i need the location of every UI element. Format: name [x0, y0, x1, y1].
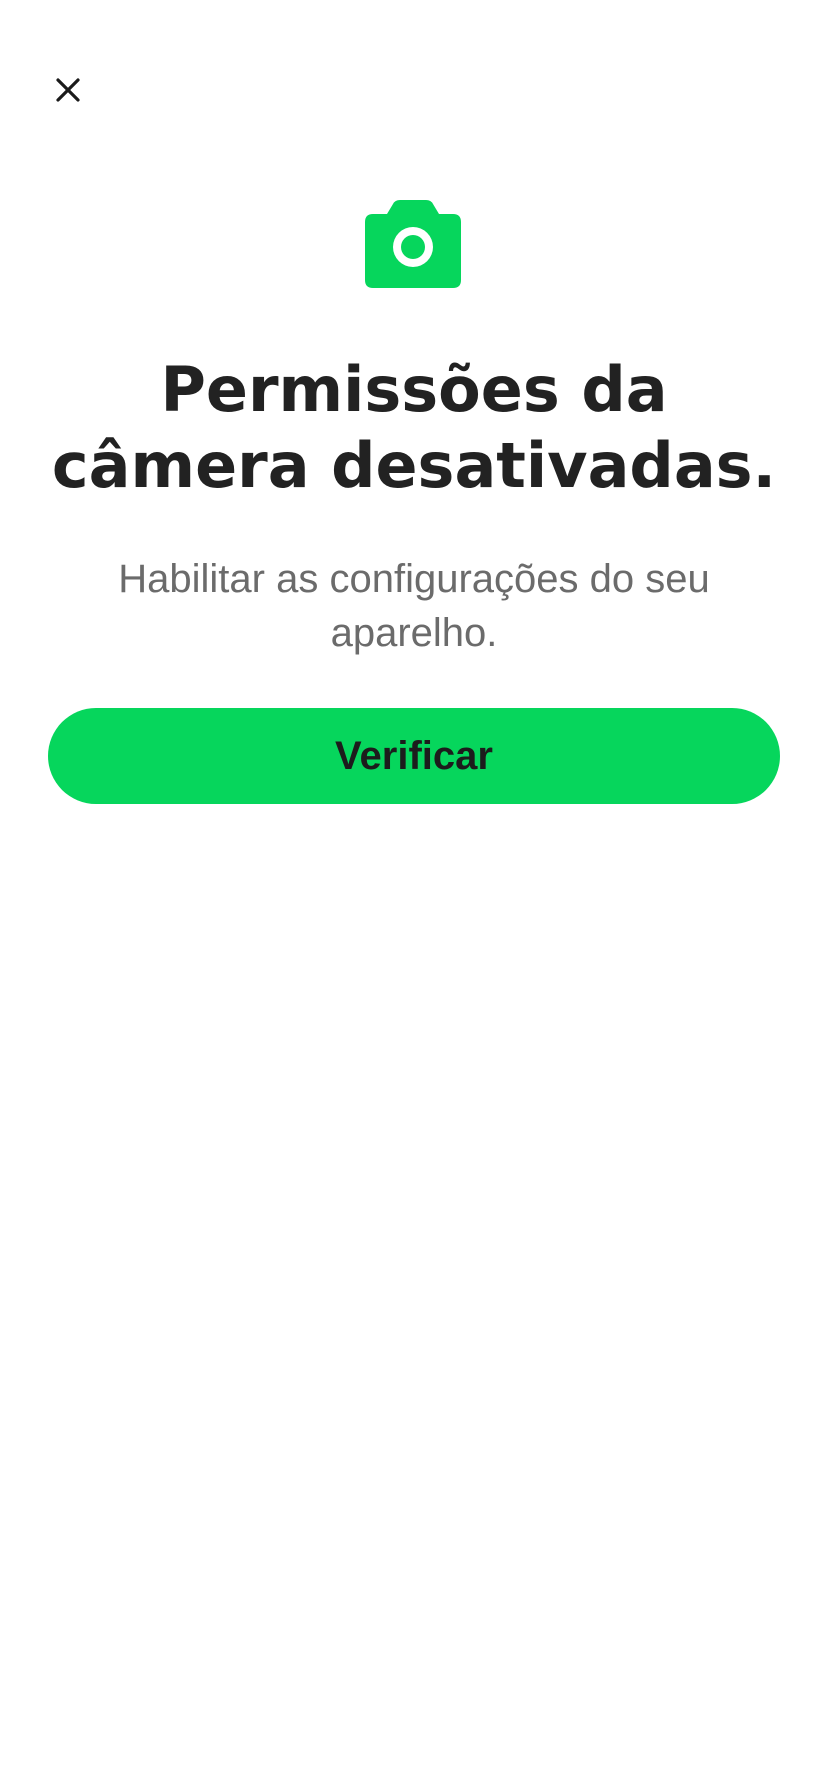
close-icon	[56, 78, 80, 102]
page-subtitle: Habilitar as configurações do seu aparel…	[118, 557, 710, 655]
verify-button[interactable]: Verificar	[48, 708, 780, 804]
close-button[interactable]	[48, 70, 88, 110]
page-title: Permissões da câmera desativadas.	[51, 353, 777, 502]
camera-icon	[365, 200, 461, 288]
